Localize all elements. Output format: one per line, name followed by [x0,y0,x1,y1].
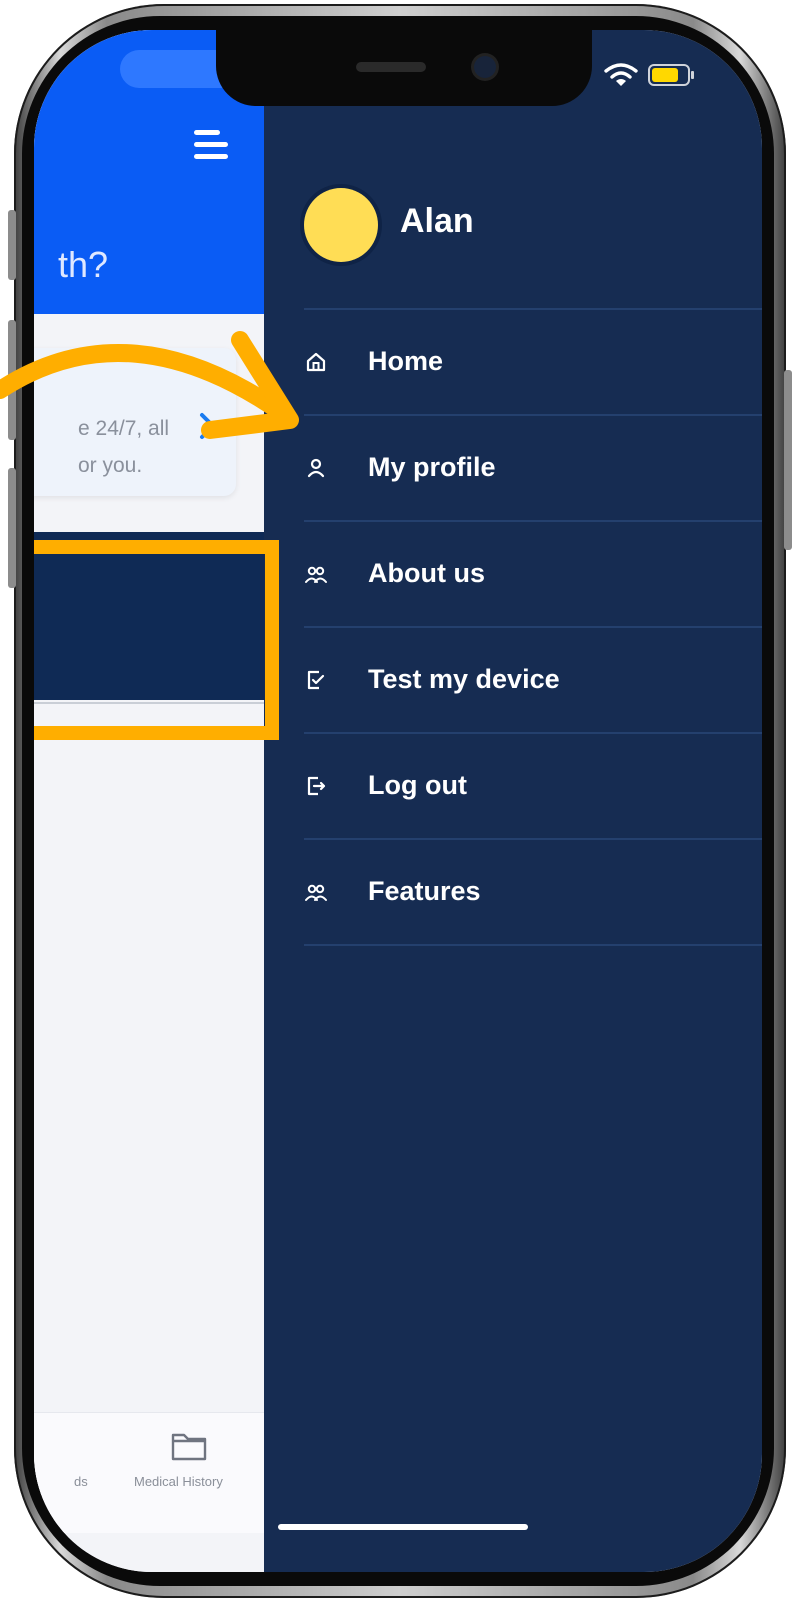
menu-label-log-out: Log out [368,770,467,800]
divider [304,626,762,628]
divider [304,732,762,734]
speaker-grille [356,62,426,72]
user-name: Alan [400,202,474,240]
menu-item-my-profile[interactable]: My profile [304,440,744,496]
divider [304,308,762,310]
annotation-arrow-icon [0,331,299,439]
divider [304,944,762,946]
tab-medical-history[interactable]: Medical History [134,1474,223,1489]
logout-icon [307,776,326,796]
info-card-line-2: or you. [78,454,143,477]
menu-label-test-my-device: Test my device [368,664,560,694]
menu-item-home[interactable]: Home [304,334,744,390]
home-indicator[interactable] [278,1524,528,1530]
screen: th? e 24/7, all or you. ds Medical Histo… [34,30,762,1572]
power-button [784,370,792,550]
menu-item-log-out[interactable]: Log out [304,758,744,814]
battery-icon [648,64,694,86]
wifi-icon [604,63,638,86]
volume-down-button [8,468,16,588]
drawer-profile[interactable]: Alan [304,188,704,272]
menu-item-features[interactable]: Features [304,864,744,920]
menu-label-home: Home [368,346,444,376]
front-camera [474,56,496,78]
menu-label-my-profile: My profile [368,452,496,482]
folder-icon[interactable] [170,1428,208,1462]
users-icon [305,884,327,901]
tab-label-partial[interactable]: ds [74,1474,88,1489]
mute-switch [8,210,16,280]
divider [304,838,762,840]
divider [304,520,762,522]
device-check-icon [307,670,325,690]
background-app: th? e 24/7, all or you. ds Medical Histo… [34,30,264,1572]
menu-item-about-us[interactable]: About us [304,546,744,602]
menu-item-test-my-device[interactable]: Test my device [304,652,744,708]
users-icon [305,566,327,583]
hamburger-menu-icon[interactable] [194,130,228,160]
navigation-drawer: Alan Home My profile About us Test my de… [264,30,762,1572]
avatar [304,188,378,262]
header-question-text: th? [58,244,109,285]
divider [304,414,762,416]
annotation-highlight-box [34,540,279,740]
menu-label-features: Features [368,876,481,906]
menu-label-about-us: About us [368,558,485,588]
bottom-tab-bar [34,1412,264,1533]
user-icon [307,458,325,478]
